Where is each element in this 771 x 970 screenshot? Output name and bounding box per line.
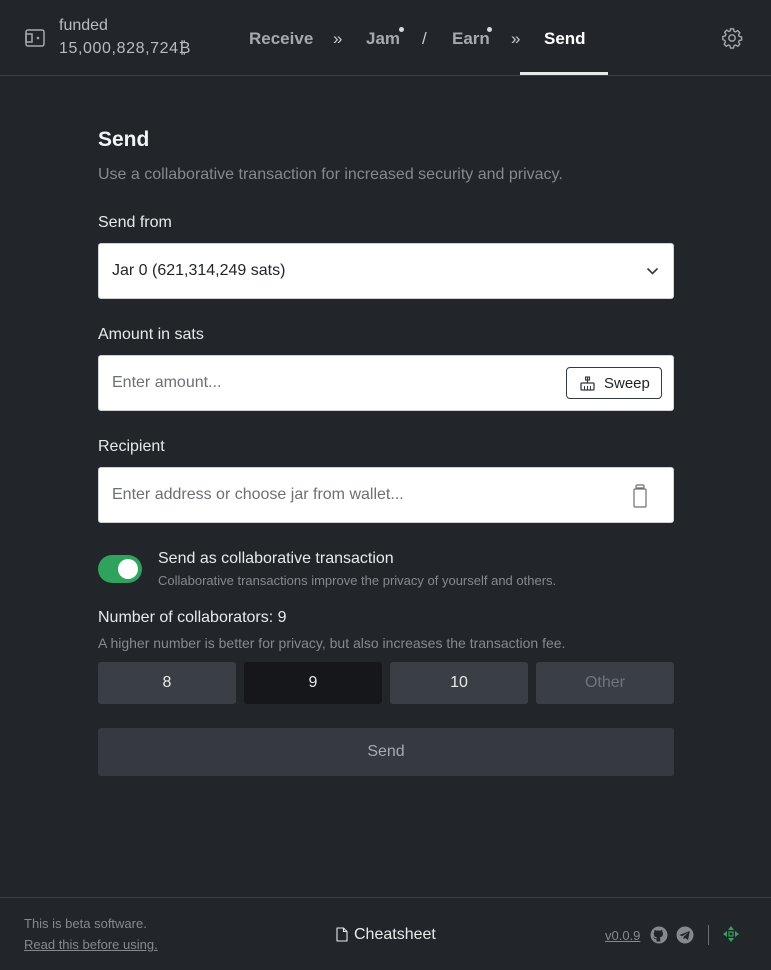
telegram-icon[interactable] bbox=[676, 926, 694, 944]
footer-divider bbox=[708, 925, 709, 945]
send-from-select[interactable]: Jar 0 (621,314,249 sats) bbox=[98, 243, 674, 299]
footer: This is beta software. Read this before … bbox=[0, 897, 771, 970]
sweep-label: Sweep bbox=[604, 375, 650, 392]
page-subtitle: Use a collaborative transaction for incr… bbox=[98, 166, 563, 183]
active-tab-indicator bbox=[520, 72, 608, 75]
balance-unit: ₿ bbox=[178, 40, 192, 57]
github-icon[interactable] bbox=[650, 926, 668, 944]
cheatsheet-link[interactable]: Cheatsheet bbox=[354, 926, 436, 944]
nav-send[interactable]: Send bbox=[544, 29, 586, 49]
nav-separator: » bbox=[333, 29, 343, 48]
amount-placeholder: Enter amount... bbox=[112, 374, 222, 391]
toggle-knob bbox=[118, 559, 138, 579]
earn-status-dot bbox=[487, 27, 492, 32]
balance-value: 15,000,828,724 bbox=[59, 40, 179, 57]
collaborative-toggle[interactable] bbox=[98, 555, 142, 583]
collaborative-title: Send as collaborative transaction bbox=[158, 550, 394, 567]
send-from-value: Jar 0 (621,314,249 sats) bbox=[112, 262, 286, 279]
sweep-icon bbox=[580, 376, 595, 391]
beta-notice: This is beta software. bbox=[24, 916, 147, 931]
wallet-name[interactable]: funded bbox=[59, 17, 108, 35]
version-link[interactable]: v0.0.9 bbox=[605, 928, 640, 943]
nav-earn[interactable]: Earn bbox=[452, 29, 490, 49]
recipient-label: Recipient bbox=[98, 438, 165, 455]
joinmarket-icon[interactable] bbox=[722, 925, 740, 943]
collaborators-subtitle: A higher number is better for privacy, b… bbox=[98, 635, 566, 651]
recipient-placeholder: Enter address or choose jar from wallet.… bbox=[112, 486, 404, 503]
nav-separator: / bbox=[422, 29, 427, 48]
collaborators-option-9[interactable]: 9 bbox=[244, 662, 382, 704]
recipient-input[interactable]: Enter address or choose jar from wallet.… bbox=[98, 467, 674, 523]
wallet-icon[interactable] bbox=[25, 29, 45, 47]
wallet-balance[interactable]: 15,000,828,724₿ bbox=[59, 40, 191, 58]
collaborative-subtitle: Collaborative transactions improve the p… bbox=[158, 573, 557, 588]
nav-separator: » bbox=[511, 29, 521, 48]
jar-icon[interactable] bbox=[633, 484, 647, 508]
gear-icon[interactable] bbox=[721, 27, 743, 49]
amount-label: Amount in sats bbox=[98, 326, 204, 343]
amount-input[interactable]: Enter amount... Sweep bbox=[98, 355, 674, 411]
top-navbar: funded 15,000,828,724₿ Receive » Jam / E… bbox=[0, 0, 771, 76]
collaborators-option-other[interactable]: Other bbox=[536, 662, 674, 704]
page-title: Send bbox=[98, 128, 150, 151]
send-button[interactable]: Send bbox=[98, 728, 674, 776]
send-from-label: Send from bbox=[98, 214, 172, 231]
nav-jam[interactable]: Jam bbox=[366, 29, 400, 49]
chevron-down-icon bbox=[646, 267, 659, 275]
nav-receive[interactable]: Receive bbox=[249, 29, 313, 49]
collaborators-label: Number of collaborators: 9 bbox=[98, 609, 287, 626]
document-icon[interactable] bbox=[336, 927, 348, 942]
collaborators-option-8[interactable]: 8 bbox=[98, 662, 236, 704]
beta-link[interactable]: Read this before using. bbox=[24, 937, 158, 952]
sweep-button[interactable]: Sweep bbox=[566, 367, 662, 399]
jam-status-dot bbox=[399, 27, 404, 32]
collaborators-option-10[interactable]: 10 bbox=[390, 662, 528, 704]
